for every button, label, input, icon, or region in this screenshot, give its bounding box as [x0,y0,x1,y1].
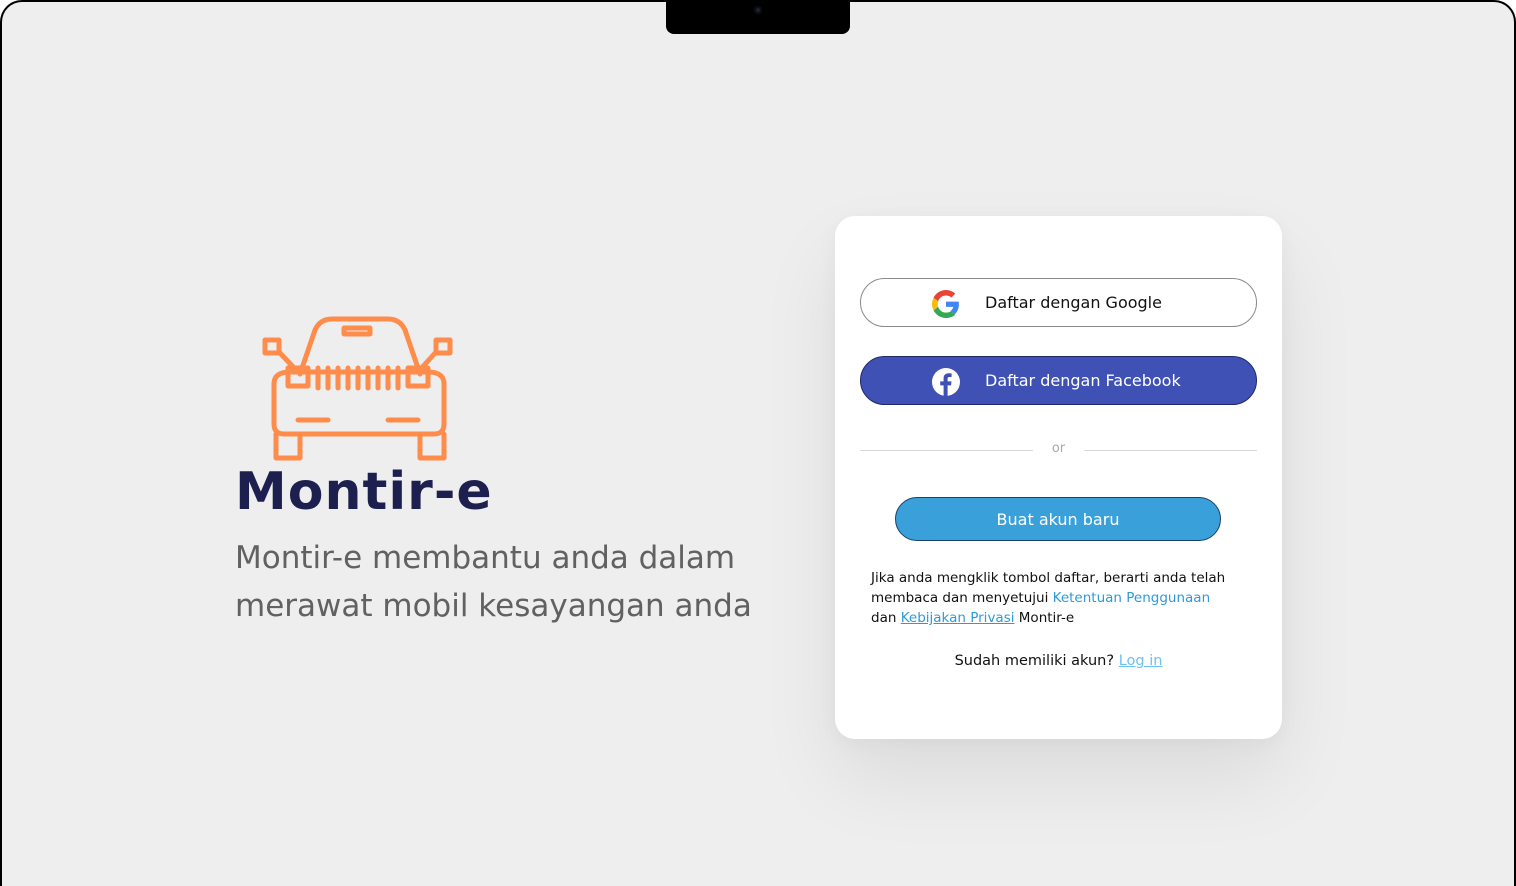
divider-left [860,450,1033,451]
brand-name: Montir-e [235,462,493,522]
google-signup-button[interactable]: Daftar dengan Google [860,278,1257,327]
facebook-icon [932,368,960,396]
car-front-icon [262,316,453,461]
login-prompt: Sudah memiliki akun? [954,653,1115,669]
terms-of-use-link[interactable]: Ketentuan Penggunaan [1053,590,1211,606]
camera-notch [666,2,850,34]
camera-icon [754,6,762,14]
create-account-label: Buat akun baru [996,509,1120,529]
terms-and-text: dan [871,610,897,626]
login-link[interactable]: Log in [1119,653,1163,669]
facebook-signup-button[interactable]: Daftar dengan Facebook [860,356,1257,405]
divider-or: or [1051,441,1066,456]
facebook-signup-label: Daftar dengan Facebook [985,371,1181,390]
privacy-policy-link[interactable]: Kebijakan Privasi [901,610,1015,626]
signup-card: Daftar dengan Google Daftar dengan Faceb… [835,216,1282,739]
login-row: Sudah memiliki akun? Log in [835,653,1282,669]
terms-notice: Jika anda mengklik tombol daftar, berart… [871,568,1261,628]
terms-brand-text: Montir-e [1018,610,1075,626]
google-signup-label: Daftar dengan Google [985,293,1162,312]
brand-tagline: Montir-e membantu anda dalam merawat mob… [235,540,752,624]
screen: Montir-e Montir-e membantu anda dalam me… [2,2,1514,886]
divider-right [1084,450,1257,451]
create-account-button[interactable]: Buat akun baru [895,497,1221,541]
google-icon [932,290,959,318]
device-frame: Montir-e Montir-e membantu anda dalam me… [0,0,1516,886]
